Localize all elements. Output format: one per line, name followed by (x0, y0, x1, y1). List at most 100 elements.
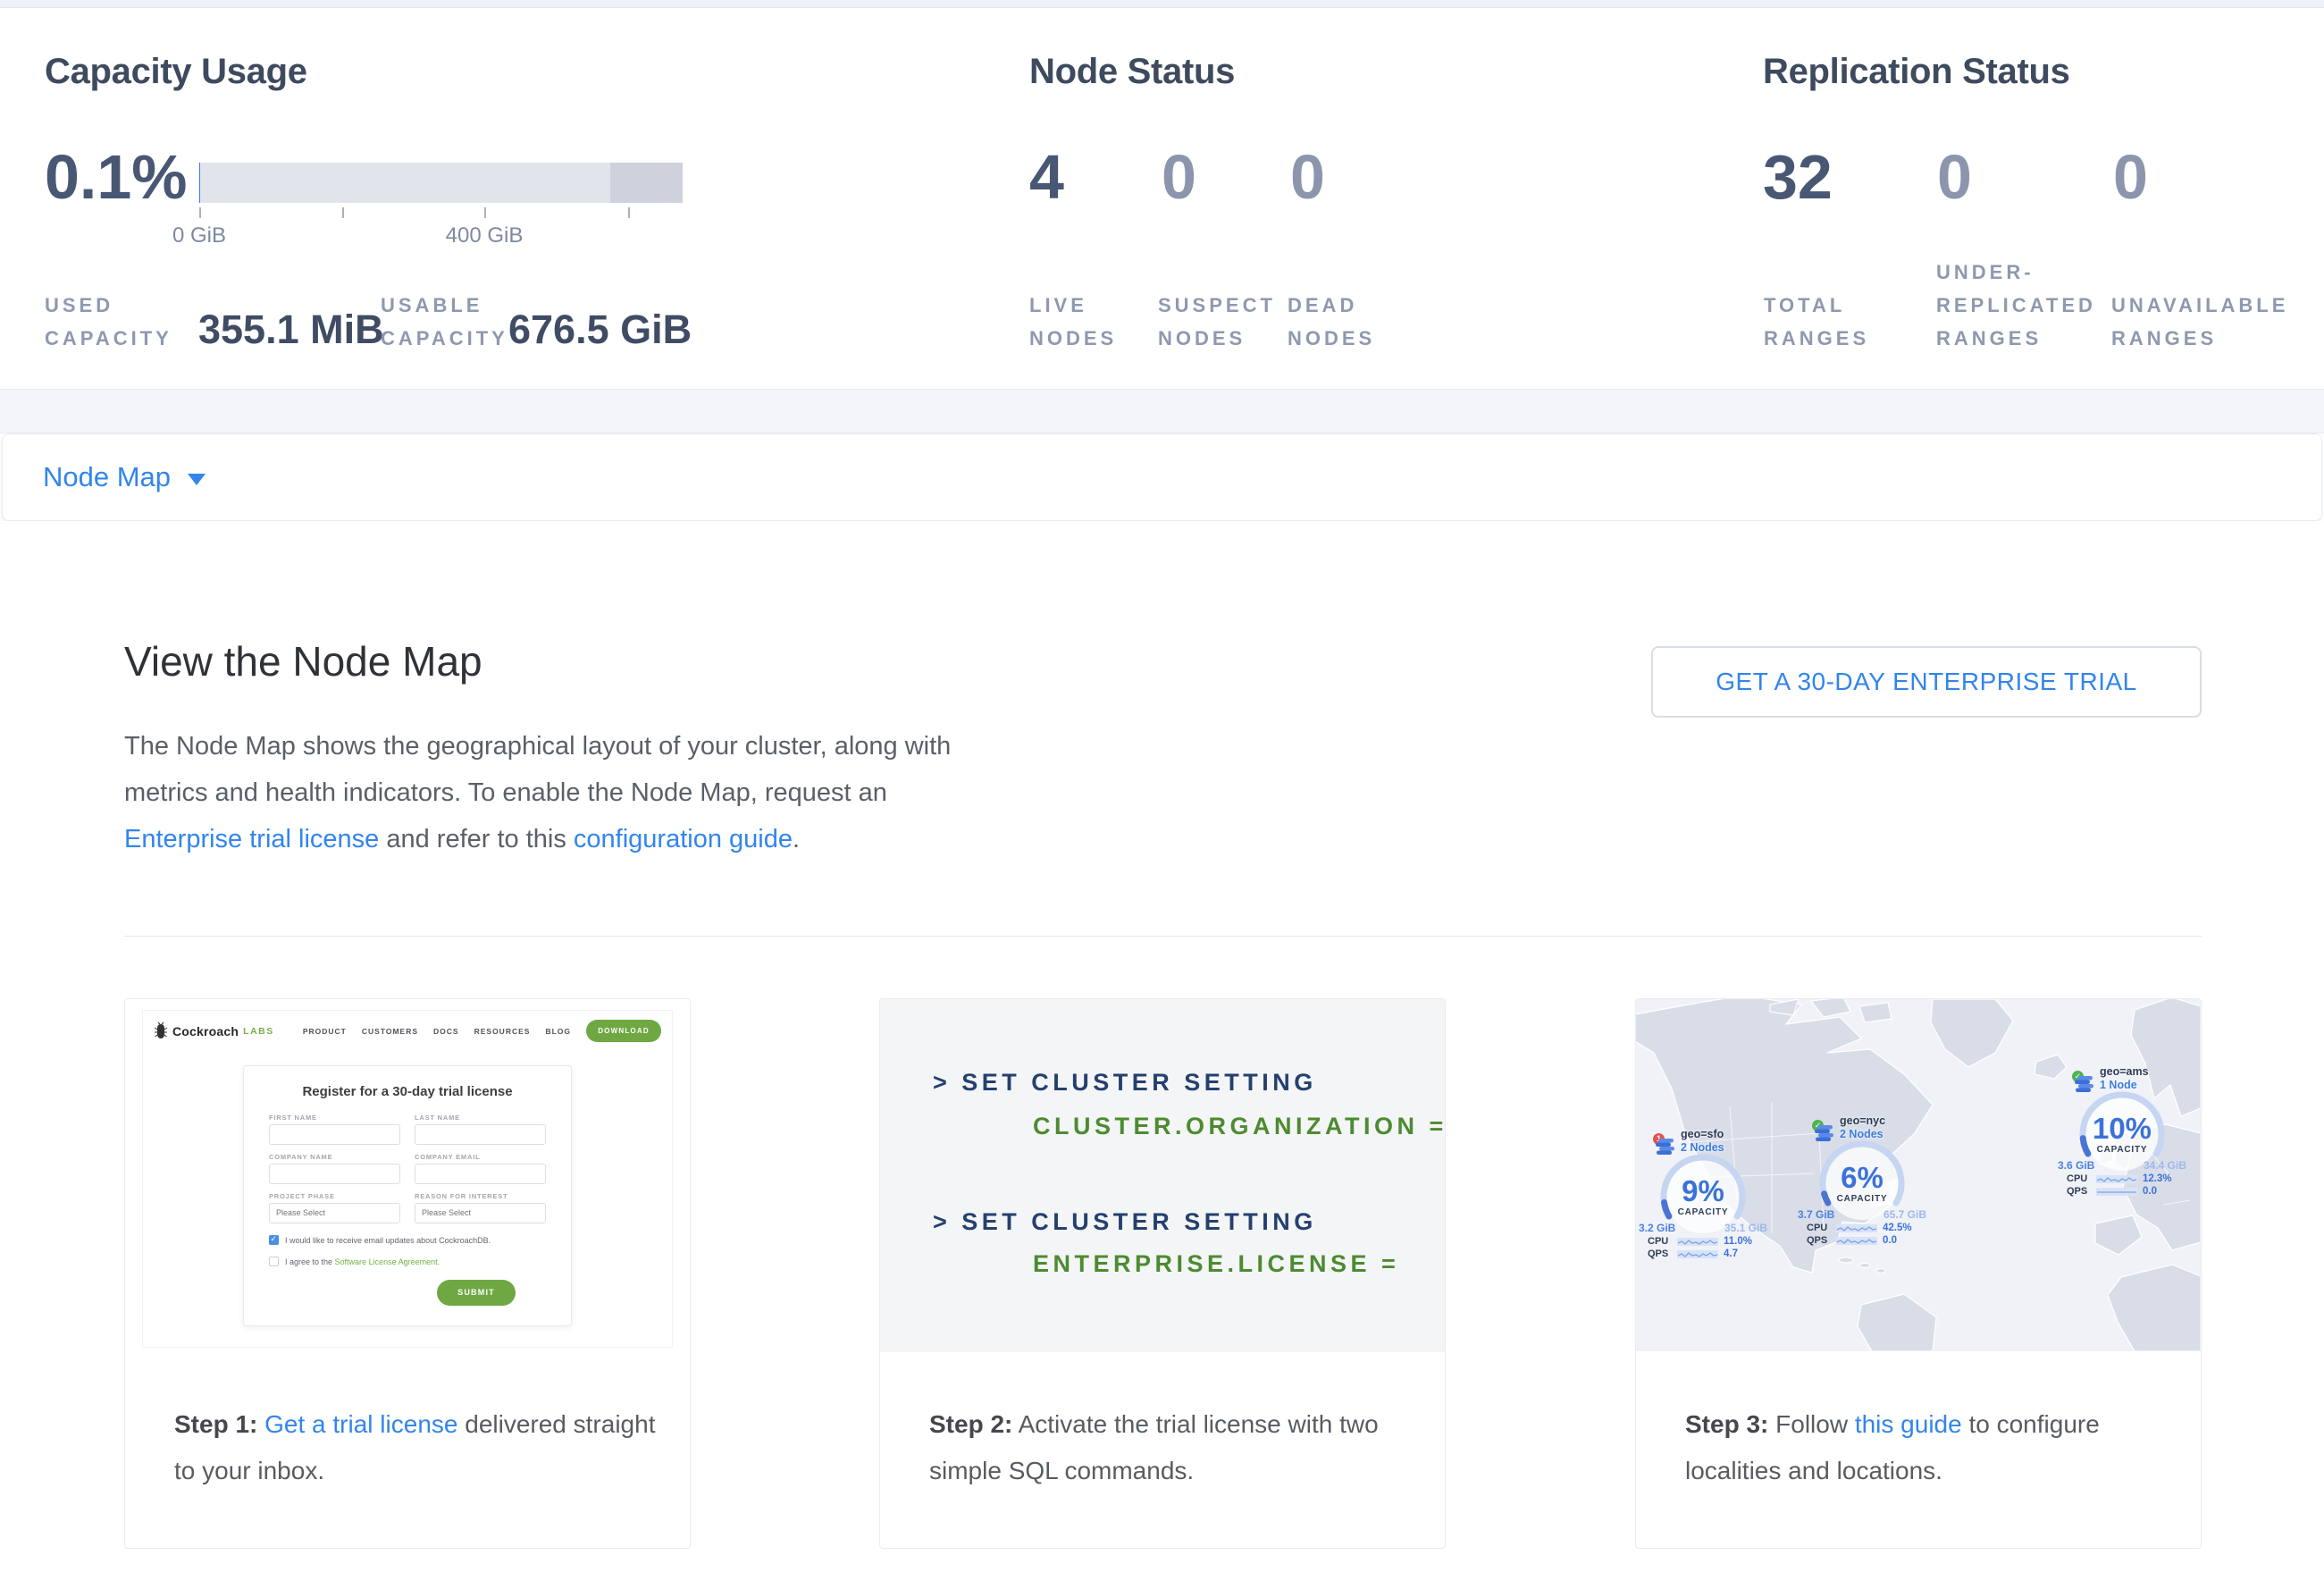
node-map-preview: 1geo=sfo2 Nodes9%CAPACITY3.2 GiB35.1 GiB… (1636, 999, 2201, 1351)
sql-code-block: > SET CLUSTER SETTINGCLUSTER.ORGANIZATIO… (880, 999, 1445, 1352)
capacity-axis-tick (484, 207, 486, 218)
checkbox-text: I would like to receive email updates ab… (285, 1236, 491, 1245)
submit-button-thumbnail: SUBMIT (437, 1280, 516, 1306)
geo-cluster-ams: ✓geo=ams1 Node10%CAPACITY3.6 GiB34.4 GiB… (2072, 1067, 2201, 1185)
cluster-overview-page: Capacity Usage 0.1% 0 GiB400 GiB USED CA… (0, 0, 2324, 1589)
qps-value: 0.0 (1883, 1235, 1897, 1246)
description-text: . (793, 825, 800, 853)
content-divider (124, 936, 2202, 937)
node-status-value: 4 (1029, 141, 1064, 213)
form-checkbox-row: I would like to receive email updates ab… (269, 1235, 546, 1245)
view-selector-node-map[interactable]: Node Map (2, 433, 2322, 521)
checkbox-label: I would like to receive email updates ab… (285, 1236, 491, 1245)
replication-status-title: Replication Status (1763, 52, 2070, 92)
logo-wordmark: Cockroach (172, 1024, 239, 1038)
form-select-thumbnail: Please Select (415, 1203, 546, 1223)
thumbnail-download-button: DOWNLOAD (586, 1020, 661, 1042)
qps-metric-row: QPS0.0 (1807, 1235, 1897, 1246)
node-status-label: LIVE NODES (1029, 289, 1163, 355)
capacity-used-value: 3.7 GiB (1798, 1208, 1834, 1221)
form-field-label: LAST NAME (415, 1114, 546, 1122)
gauge-capacity-label: CAPACITY (2072, 1145, 2172, 1155)
top-strip (0, 0, 2324, 8)
thumbnail-nav-item: RESOURCES (474, 1027, 531, 1036)
thumbnail-nav-item: BLOG (545, 1027, 571, 1036)
enterprise-trial-license-link[interactable]: Enterprise trial license (124, 825, 379, 853)
thumbnail-nav-item: PRODUCT (303, 1027, 347, 1036)
get-a-trial-license-link[interactable]: Get a trial license (264, 1410, 457, 1438)
page-title: View the Node Map (124, 637, 482, 685)
license-agreement-link-thumbnail: Software License Agreement. (335, 1257, 440, 1266)
node-status-label: DEAD NODES (1288, 289, 1422, 355)
replication-status-label: UNAVAILABLE RANGES (2111, 289, 2321, 355)
cpu-metric-row: CPU42.5% (1807, 1223, 1912, 1233)
qps-metric-row: QPS0.0 (2067, 1186, 2157, 1197)
capacity-used-value: 3.2 GiB (1639, 1222, 1675, 1234)
capacity-metric-label: USED CAPACITY (45, 289, 206, 355)
replication-status-label: TOTAL RANGES (1764, 289, 1907, 355)
capacity-axis-tick-label: 0 GiB (172, 223, 226, 248)
qps-metric-row: QPS4.7 (1648, 1248, 1738, 1259)
replication-status-label: UNDER-REPLICATED RANGES (1936, 256, 2128, 355)
cpu-metric-row: CPU 11.0% (1648, 1236, 1752, 1247)
node-map-promo-section: View the Node Map The Node Map shows the… (0, 521, 2324, 1589)
configuration-guide-link[interactable]: configuration guide (574, 825, 793, 853)
node-status-title: Node Status (1029, 52, 1235, 92)
cockroach-labs-logo: Cockroach LABS (154, 1022, 274, 1040)
gauge-percent-value: 6% (1812, 1161, 1912, 1195)
form-field: FIRST NAME (269, 1114, 400, 1145)
checkbox-icon (269, 1257, 279, 1266)
capacity-total-value: 34.4 GiB (2144, 1159, 2186, 1172)
node-status-value: 0 (1162, 141, 1196, 213)
gauge-range-values: 3.6 GiB34.4 GiB (2058, 1159, 2186, 1172)
cpu-metric-row: CPU12.3% (2067, 1173, 2172, 1184)
capacity-bar-reserved-segment (610, 163, 683, 203)
cpu-sparkline (2096, 1175, 2137, 1183)
gauge-range-values: 3.2 GiB 35.1 GiB (1639, 1222, 1767, 1234)
checkbox-label: I agree to the Software License Agreemen… (285, 1257, 440, 1266)
step-label: Step 2: (929, 1410, 1012, 1438)
replication-status-value: 32 (1763, 141, 1833, 213)
gauge-capacity-label: CAPACITY (1653, 1207, 1753, 1217)
node-map-description: The Node Map shows the geographical layo… (124, 723, 1009, 862)
geo-locality-label: geo=sfo (1681, 1128, 1724, 1140)
checkbox-icon (269, 1235, 279, 1245)
cpu-value: 11.0% (1724, 1236, 1752, 1247)
section-divider-band (0, 389, 2324, 433)
view-selector-label[interactable]: Node Map (43, 461, 171, 493)
capacity-total-value: 35.1 GiB (1724, 1222, 1767, 1234)
qps-label: QPS (2067, 1186, 2091, 1197)
gauge-percent-value: 10% (2072, 1112, 2172, 1146)
form-input-thumbnail (269, 1164, 400, 1184)
step-label: Step 1: (174, 1410, 257, 1438)
form-field: COMPANY EMAIL (415, 1153, 546, 1184)
logo-labs-suffix: LABS (243, 1026, 274, 1037)
form-field-label: PROJECT PHASE (269, 1192, 400, 1200)
sql-setting-line: CLUSTER.ORGANIZATION = (1033, 1113, 1446, 1140)
step1-caption: Step 1: Get a trial license delivered st… (174, 1401, 659, 1494)
form-select-thumbnail: Please Select (269, 1203, 400, 1223)
replication-status-value: 0 (2113, 141, 2148, 213)
trial-form-title: Register for a 30-day trial license (269, 1084, 546, 1099)
form-field-label: COMPANY NAME (269, 1153, 400, 1161)
capacity-metric-value: 676.5 GiB (508, 307, 692, 353)
cpu-sparkline (1677, 1238, 1718, 1246)
capacity-usage-bar (199, 163, 683, 203)
thumbnail-nav-item: DOCS (433, 1027, 459, 1036)
cpu-label: CPU (2067, 1173, 2091, 1184)
form-checkbox-row: I agree to the Software License Agreemen… (269, 1257, 546, 1266)
this-guide-link[interactable]: this guide (1855, 1410, 1962, 1438)
capacity-usage-percent: 0.1% (45, 141, 188, 213)
step3-card: 1geo=sfo2 Nodes9%CAPACITY3.2 GiB35.1 GiB… (1635, 998, 2202, 1549)
thumbnail-site-header: Cockroach LABS PRODUCT CUSTOMERS DOCS RESOU… (143, 1011, 672, 1042)
capacity-usage-title: Capacity Usage (45, 52, 307, 92)
description-text: The Node Map shows the geographical layo… (124, 732, 951, 807)
sql-setting-line: ENTERPRISE.LICENSE = (1033, 1250, 1399, 1278)
form-field-label: FIRST NAME (269, 1114, 400, 1122)
gauge-percent-value: 9% (1653, 1174, 1753, 1208)
form-field: REASON FOR INTERESTPlease Select (415, 1192, 546, 1223)
get-enterprise-trial-button[interactable]: GET A 30-DAY ENTERPRISE TRIAL (1651, 646, 2202, 718)
thumbnail-nav-item: CUSTOMERS (362, 1027, 418, 1036)
cpu-label: CPU (1648, 1236, 1672, 1247)
gauge-capacity-label: CAPACITY (1812, 1194, 1912, 1204)
